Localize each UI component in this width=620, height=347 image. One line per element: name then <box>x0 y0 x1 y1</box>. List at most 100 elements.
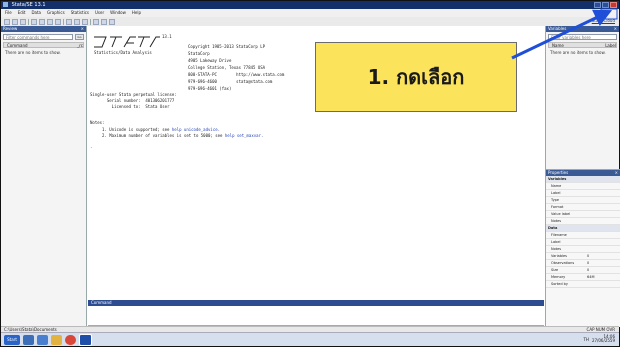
menu-edit[interactable]: Edit <box>18 9 26 17</box>
property-row[interactable]: Value label <box>546 211 620 218</box>
property-row[interactable]: Name <box>546 183 620 190</box>
company-line: College Station, Texas 77845 USA <box>188 65 266 70</box>
toolbar-separator <box>63 18 64 25</box>
property-row[interactable]: Label <box>546 239 620 246</box>
notes-heading: Notes: <box>90 120 105 125</box>
properties-panel-title: Properties <box>548 170 569 175</box>
menu-help[interactable]: Help <box>132 9 141 17</box>
stata-logo <box>94 36 160 48</box>
maximize-button[interactable] <box>602 2 609 8</box>
variables-empty-message: There are no items to show. <box>550 50 606 55</box>
variables-manager-icon[interactable] <box>82 18 88 25</box>
print-icon[interactable] <box>20 18 26 25</box>
property-row[interactable]: Notes <box>546 218 620 225</box>
property-row[interactable]: Observations 0 <box>546 260 620 267</box>
language-indicator[interactable]: TH <box>583 337 588 342</box>
license-line: Single-user Stata perpetual license: <box>90 92 177 97</box>
note-text: Maximum number of variables is set to 50… <box>109 133 225 138</box>
license-line: Licensed to: Stata User <box>90 104 170 109</box>
property-row[interactable]: Type <box>546 197 620 204</box>
menu-user[interactable]: User <box>95 9 104 17</box>
property-row[interactable]: Sorted by <box>546 281 620 288</box>
property-row[interactable]: Filename <box>546 232 620 239</box>
property-key: Type <box>551 198 560 202</box>
property-key: Label <box>551 240 561 244</box>
property-key: Observations <box>551 261 575 265</box>
toolbar: Stata Cloud <box>1 17 619 26</box>
property-row[interactable]: Label <box>546 190 620 197</box>
toolbar-separator <box>90 18 91 25</box>
property-key: Notes <box>551 247 562 251</box>
close-icon[interactable]: × <box>81 26 84 32</box>
review-search-button[interactable]: Go <box>75 34 84 40</box>
menu-data[interactable]: Data <box>31 9 41 17</box>
review-search-input[interactable] <box>3 34 73 40</box>
taskbar: Start TH 14:06 27/06/2559 <box>1 332 619 346</box>
property-row[interactable]: Format <box>546 204 620 211</box>
save-icon[interactable] <box>12 18 18 25</box>
powershell-icon[interactable] <box>37 334 48 345</box>
rc-column-label: _rc <box>77 43 83 48</box>
stata-app-icon <box>3 2 8 7</box>
note-link[interactable]: help unicode_advice. <box>172 127 220 132</box>
note-text: Unicode is supported; see <box>109 127 172 132</box>
clock-date: 27/06/2559 <box>591 338 615 343</box>
menu-file[interactable]: File <box>5 9 12 17</box>
review-panel-title: Review <box>3 26 18 31</box>
close-button[interactable] <box>610 2 617 8</box>
company-line: 4905 Lakeway Drive <box>188 58 232 63</box>
name-column-label: Name <box>552 43 564 48</box>
clear-more-icon[interactable] <box>101 18 107 25</box>
company-line: Copyright 1985-2013 StataCorp LP <box>188 44 266 49</box>
property-row[interactable]: Memory 64M <box>546 274 620 281</box>
property-key: Value label <box>551 212 571 216</box>
close-icon[interactable]: × <box>615 170 618 176</box>
note-line: 2. Maximum number of variables is set to… <box>102 133 263 138</box>
minimize-button[interactable] <box>594 2 601 8</box>
property-row[interactable]: Variables 0 <box>546 253 620 260</box>
break-icon[interactable] <box>109 18 115 25</box>
open-icon[interactable] <box>4 18 10 25</box>
server-manager-icon[interactable] <box>23 334 34 345</box>
clock[interactable]: 14:06 27/06/2559 <box>592 335 615 343</box>
property-row[interactable]: Size 0 <box>546 267 620 274</box>
stata-tagline: Statistics/Data Analysis <box>94 50 152 55</box>
property-key: Sorted by <box>551 282 568 286</box>
properties-grid: Variables Name Label Type Format Value label N… <box>546 176 620 288</box>
close-icon[interactable]: × <box>614 26 617 32</box>
note-link[interactable]: help set_maxvar. <box>225 133 264 138</box>
property-section[interactable]: Variables <box>546 176 620 183</box>
menu-graphics[interactable]: Graphics <box>47 9 65 17</box>
property-key: Notes <box>551 219 562 223</box>
menu-window[interactable]: Window <box>110 9 126 17</box>
data-browser-icon[interactable] <box>74 18 80 25</box>
property-section[interactable]: Data <box>546 225 620 232</box>
data-editor-icon[interactable] <box>66 18 72 25</box>
license-line: Serial number: 401306201777 <box>90 98 175 103</box>
viewer-icon[interactable] <box>39 18 45 25</box>
property-row[interactable]: Notes <box>546 246 620 253</box>
property-key: Filename <box>551 233 567 237</box>
window-title: Stata/SE 13.1 <box>11 2 46 8</box>
variables-search-input[interactable] <box>548 34 617 40</box>
note-number: 1. <box>102 127 107 132</box>
property-value: 0 <box>587 261 590 265</box>
variables-panel-title: Variables <box>548 26 567 31</box>
stata-version: 13.1 <box>162 34 172 39</box>
company-line: 800-STATA-PC http://www.stata.com <box>188 72 285 77</box>
menu-statistics[interactable]: Statistics <box>71 9 89 17</box>
command-input[interactable] <box>88 306 544 326</box>
graph-icon[interactable] <box>47 18 53 25</box>
do-file-editor-icon[interactable] <box>55 18 61 25</box>
log-icon[interactable] <box>31 18 37 25</box>
stata-cloud-link[interactable]: Stata Cloud <box>592 18 615 23</box>
start-button[interactable]: Start <box>4 334 20 345</box>
chrome-icon[interactable] <box>65 334 76 345</box>
command-window-title: Command <box>91 300 112 305</box>
review-panel: Review × Go Command _rc There are no ite… <box>1 26 87 326</box>
property-key: Data <box>548 226 558 230</box>
property-value: 64M <box>587 275 595 279</box>
more-icon[interactable] <box>93 18 99 25</box>
stata-taskbar-icon[interactable] <box>79 333 92 346</box>
file-explorer-icon[interactable] <box>51 334 62 345</box>
